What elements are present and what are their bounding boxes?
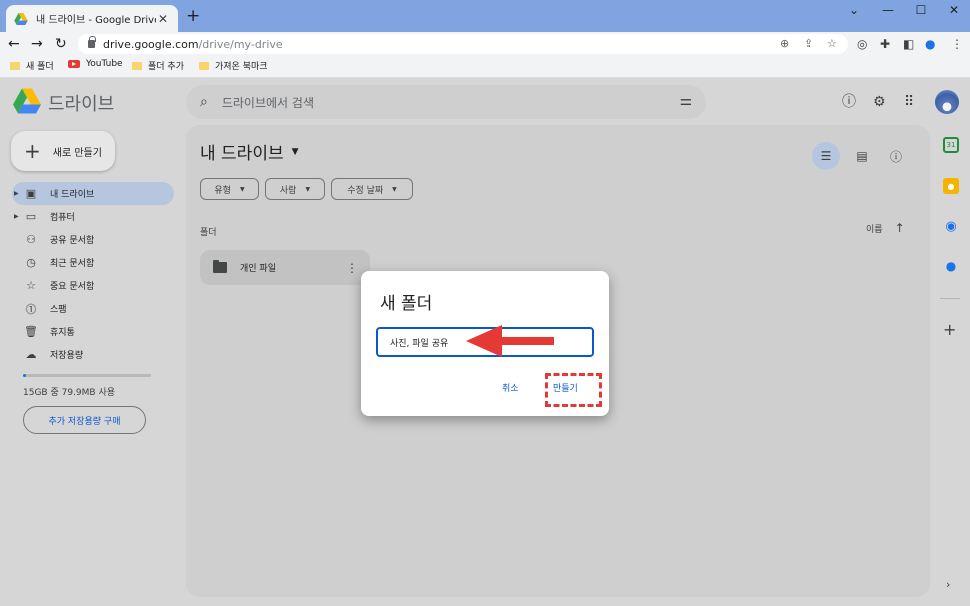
reload-icon[interactable]: ↻ [55, 35, 67, 53]
storage-progress-bar [23, 374, 151, 377]
sort-control[interactable]: 이름 ↑ [866, 221, 905, 235]
cancel-button[interactable]: 취소 [502, 381, 519, 394]
bookmark-item[interactable]: 가져온 북마크 [199, 59, 268, 72]
bookmark-item[interactable]: 새 폴더 [10, 59, 54, 72]
folder-icon [10, 61, 20, 70]
url-host: drive.google.com [103, 37, 199, 51]
filter-chip-type[interactable]: 유형 ▼ [200, 178, 259, 200]
sidebar-item-shared[interactable]: ⚇ 공유 문서함 [12, 228, 174, 251]
profile-icon[interactable]: ● [925, 36, 935, 52]
chevron-right-icon[interactable]: › [946, 578, 950, 591]
bookmark-star-icon[interactable]: ☆ [827, 37, 837, 50]
browser-tab[interactable]: 내 드라이브 - Google Drive ✕ [6, 5, 178, 32]
close-window-button[interactable]: ✕ [944, 3, 964, 17]
sidebar-item-recent[interactable]: ◷ 최근 문서함 [12, 251, 174, 274]
sidebar-item-trash[interactable]: 🗑 휴지통 [12, 320, 174, 343]
list-view-icon[interactable]: ▤ [848, 142, 876, 170]
storage-progress-fill [23, 374, 26, 377]
filter-icon[interactable]: ☰ [812, 142, 840, 170]
sidebar-nav: ▶ ▣ 내 드라이브 ▶ ▭ 컴퓨터 ⚇ 공유 문서함 ◷ 최근 문서함 ☆ 중… [12, 182, 174, 366]
new-tab-button[interactable]: + [186, 7, 200, 25]
cloud-icon: ☁ [25, 348, 37, 361]
google-drive-favicon [14, 12, 28, 25]
search-options-icon[interactable]: ⚌ [679, 93, 692, 109]
annotation-highlight-box [545, 373, 602, 407]
sidebar-item-spam[interactable]: ⓵ 스팸 [12, 297, 174, 320]
trash-icon: 🗑 [24, 325, 38, 338]
side-panel-icon[interactable]: ◧ [903, 36, 914, 52]
sidebar-item-storage[interactable]: ☁ 저장용량 [12, 343, 174, 366]
help-icon[interactable]: ⓘ [842, 94, 856, 110]
sort-arrow-up-icon[interactable]: ↑ [895, 221, 905, 235]
kebab-menu-icon[interactable]: ⋮ [951, 36, 963, 52]
tasks-icon[interactable]: ◉ [943, 218, 959, 234]
add-addon-icon[interactable]: + [943, 320, 956, 339]
settings-gear-icon[interactable]: ⚙ [873, 94, 886, 110]
expand-caret-icon[interactable]: ▶ [14, 190, 19, 197]
forward-arrow-icon[interactable]: → [31, 35, 43, 53]
search-icon[interactable]: ⌕ [200, 94, 208, 110]
address-bar[interactable]: drive.google.com/drive/my-drive ⊕ ⇪ ☆ [78, 34, 848, 54]
folder-icon [132, 61, 142, 70]
shared-icon: ⚇ [26, 233, 36, 246]
sidebar-item-computers[interactable]: ▶ ▭ 컴퓨터 [12, 205, 174, 228]
keep-icon[interactable]: ● [943, 178, 959, 194]
extensions-puzzle-icon[interactable]: ✚ [880, 36, 890, 52]
contacts-icon[interactable]: ● [943, 258, 959, 274]
tab-close-icon[interactable]: ✕ [156, 12, 170, 26]
google-drive-logo-icon[interactable] [13, 88, 41, 114]
bookmarks-bar: 새 폴더 YouTube 폴더 추가 가져온 북마크 [0, 56, 970, 78]
buy-storage-button[interactable]: 추가 저장용량 구매 [23, 406, 146, 434]
info-icon[interactable]: ⓘ [882, 142, 910, 170]
browser-toolbar: ← → ↻ drive.google.com/drive/my-drive ⊕ … [0, 32, 970, 56]
app-logo-text[interactable]: 드라이브 [48, 90, 114, 116]
filter-chip-modified[interactable]: 수정 날짜 ▼ [331, 178, 413, 200]
spam-icon: ⓵ [25, 302, 37, 316]
bookmark-item[interactable]: YouTube [68, 59, 123, 69]
camera-icon[interactable]: ◎ [857, 36, 867, 52]
chevron-down-icon: ▼ [392, 185, 397, 193]
maximize-button[interactable]: ☐ [911, 3, 931, 17]
more-options-icon[interactable]: ⋮ [346, 261, 358, 275]
minimize-button[interactable]: — [878, 3, 898, 17]
annotation-arrow-icon [466, 325, 554, 357]
lock-icon [88, 36, 96, 48]
folders-section-label: 폴더 [200, 228, 217, 238]
star-icon: ☆ [26, 279, 36, 292]
back-arrow-icon[interactable]: ← [8, 35, 20, 53]
folder-card[interactable]: 개인 파일 ⋮ [200, 250, 370, 285]
tab-search-icon[interactable]: ⌄ [844, 3, 864, 17]
youtube-icon [68, 60, 80, 68]
bookmark-item[interactable]: 폴더 추가 [132, 59, 184, 72]
share-icon[interactable]: ⇪ [804, 37, 813, 50]
storage-usage-text: 15GB 중 79.9MB 사용 [23, 388, 116, 398]
download-app-icon[interactable]: ⊕ [780, 37, 789, 50]
filter-chip-people[interactable]: 사람 ▼ [265, 178, 325, 200]
computer-icon: ▭ [25, 210, 37, 223]
my-drive-icon: ▣ [25, 187, 37, 200]
chevron-down-icon: ▼ [291, 146, 299, 157]
page-title[interactable]: 내 드라이브 ▼ [200, 139, 299, 164]
url-path: /drive/my-drive [198, 37, 283, 51]
search-placeholder: 드라이브에서 검색 [221, 95, 314, 110]
folder-icon [213, 260, 227, 273]
avatar[interactable] [935, 90, 959, 114]
dialog-title: 새 폴더 [380, 294, 433, 314]
tab-title: 내 드라이브 - Google Drive [36, 15, 156, 26]
recent-icon: ◷ [26, 256, 36, 269]
new-button[interactable]: + 새로 만들기 [11, 131, 115, 171]
side-panel-divider [940, 298, 960, 299]
chevron-down-icon: ▼ [239, 185, 245, 193]
calendar-icon[interactable]: 31 [943, 137, 959, 153]
expand-caret-icon[interactable]: ▶ [14, 213, 19, 220]
browser-tab-strip: 내 드라이브 - Google Drive ✕ + ⌄ — ☐ ✕ [0, 0, 970, 32]
sidebar-item-my-drive[interactable]: ▶ ▣ 내 드라이브 [12, 182, 174, 205]
plus-icon: + [24, 139, 41, 163]
drive-search-box[interactable]: ⌕ 드라이브에서 검색 ⚌ [186, 85, 706, 119]
chevron-down-icon: ▼ [305, 185, 311, 193]
folder-icon [199, 61, 209, 70]
sidebar-item-starred[interactable]: ☆ 중요 문서함 [12, 274, 174, 297]
apps-grid-icon[interactable]: ⠿ [904, 94, 914, 110]
